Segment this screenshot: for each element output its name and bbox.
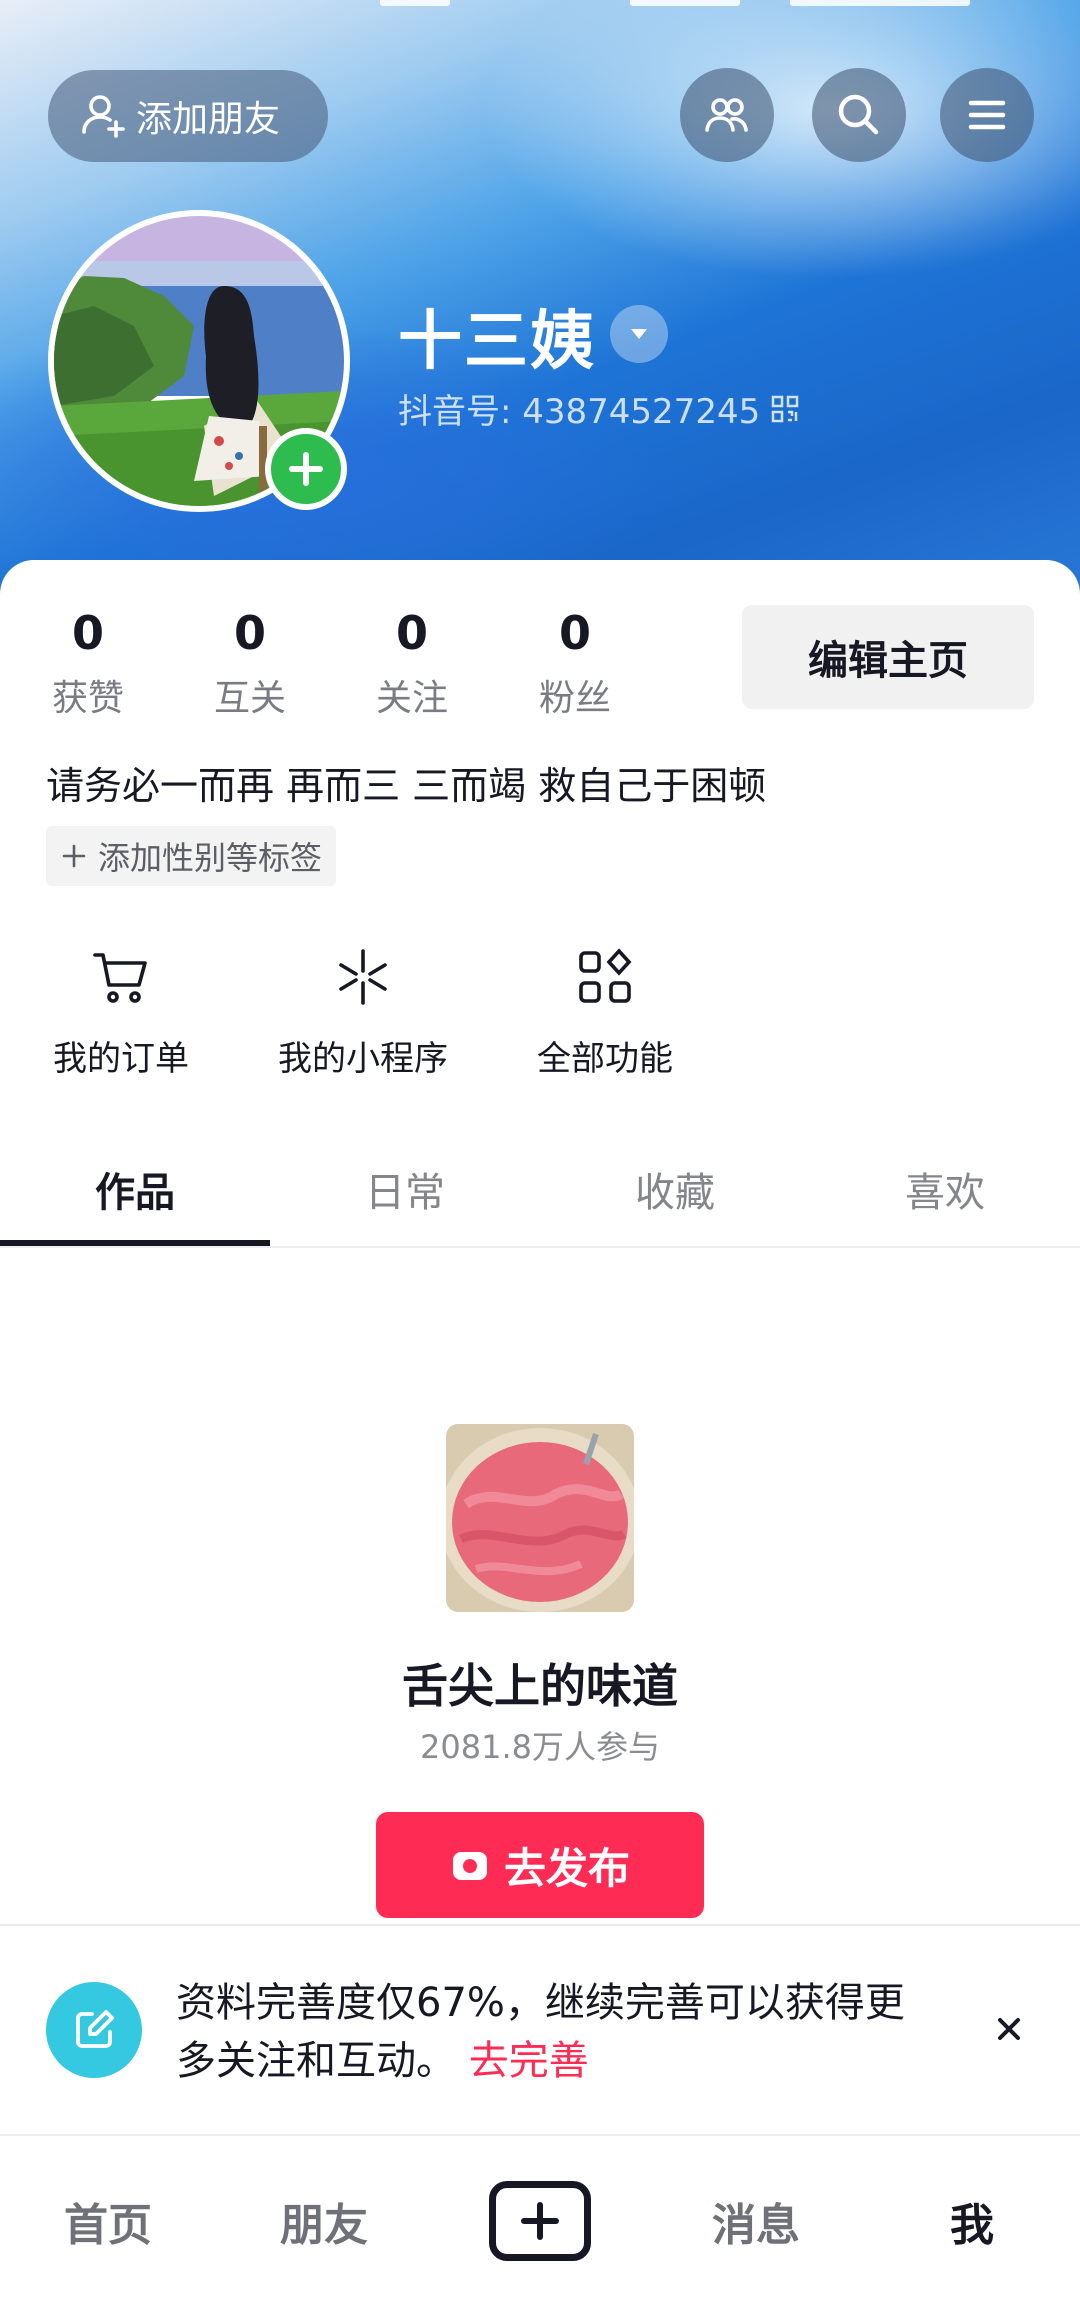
stat-likes[interactable]: 0 获赞 [18,605,158,721]
add-tag-label: 添加性别等标签 [98,839,323,877]
menu-button[interactable] [940,68,1034,162]
tool-label: 全部功能 [537,1039,673,1079]
douyin-id[interactable]: 抖音号: 43874527245 [398,384,800,433]
active-tab-indicator [0,1240,270,1246]
banner-message: 资料完善度仅67%，继续完善可以获得更多关注和互动。 去完善 [176,1974,936,2090]
content-tabs: 作品 日常 收藏 喜欢 [0,1130,1080,1248]
add-friend-label: 添加朋友 [136,99,281,140]
plus-icon [289,452,323,486]
close-banner-button[interactable] [986,2006,1032,2052]
cart-icon [93,953,147,1003]
nav-home[interactable]: 首页 [0,2136,216,2304]
edit-icon-badge [46,1982,142,2078]
add-tag-button[interactable]: 添加性别等标签 [46,826,337,886]
qrcode-icon [771,395,799,422]
add-friend-button[interactable]: 添加朋友 [48,70,328,162]
mini-program-icon [339,949,387,1005]
complete-profile-link[interactable]: 去完善 [469,2038,589,2084]
plus-icon [62,844,86,868]
stat-value: 0 [233,606,266,660]
all-features-button[interactable]: 全部功能 [526,945,684,1080]
friends-button[interactable] [680,68,774,162]
status-bar [0,0,1080,14]
stat-label: 粉丝 [538,678,611,719]
add-user-icon [82,95,125,138]
stat-mutual[interactable]: 0 互关 [180,605,320,721]
topic-participants: 2081.8万人参与 [420,1728,660,1766]
publish-button[interactable]: 去发布 [376,1812,704,1918]
stat-value: 0 [71,606,104,660]
stat-label: 互关 [213,678,286,719]
nav-friends[interactable]: 朋友 [216,2136,432,2304]
tab-daily[interactable]: 日常 [270,1130,540,1248]
tool-label: 我的小程序 [278,1039,448,1079]
edit-profile-button[interactable]: 编辑主页 [742,605,1034,709]
stat-value: 0 [558,606,591,660]
friends-icon [705,98,748,132]
topic-title: 舌尖上的味道 [402,1659,678,1713]
add-avatar-button[interactable] [265,428,347,510]
mini-program-button[interactable]: 我的小程序 [268,945,458,1080]
create-button[interactable] [489,2181,591,2261]
bottom-navigation: 首页 朋友 消息 我 [0,2134,1080,2304]
bio-text: 请务必一而再 再而三 三而竭 救自己于困顿 [46,764,767,808]
nav-create[interactable] [432,2136,648,2304]
username: 十三姨 [398,305,596,379]
stat-label: 获赞 [51,678,124,719]
stat-following[interactable]: 0 关注 [342,605,482,721]
topic-thumbnail[interactable] [446,1424,634,1612]
search-icon [838,94,879,135]
stat-followers[interactable]: 0 粉丝 [505,605,645,721]
nav-me[interactable]: 我 [864,2136,1080,2304]
tab-favorites[interactable]: 收藏 [540,1130,810,1248]
nav-messages[interactable]: 消息 [648,2136,864,2304]
grid-icon [579,948,632,1003]
search-button[interactable] [812,68,906,162]
dropdown-icon [631,329,647,339]
profile-completion-banner: 资料完善度仅67%，继续完善可以获得更多关注和互动。 去完善 [0,1924,1080,2134]
account-switch-button[interactable] [610,305,668,363]
orders-button[interactable]: 我的订单 [46,945,196,1080]
tab-works[interactable]: 作品 [0,1130,270,1248]
stat-label: 关注 [375,678,448,719]
edit-icon [76,2010,114,2048]
menu-icon [968,100,1006,130]
douyin-id-text: 抖音号: 43874527245 [398,392,761,432]
stat-value: 0 [395,606,428,660]
close-icon [998,2018,1020,2040]
publish-label: 去发布 [503,1843,630,1893]
tool-label: 我的订单 [53,1039,189,1079]
plus-icon [521,2202,559,2240]
camera-icon [452,1852,487,1880]
tab-likes[interactable]: 喜欢 [810,1130,1080,1248]
